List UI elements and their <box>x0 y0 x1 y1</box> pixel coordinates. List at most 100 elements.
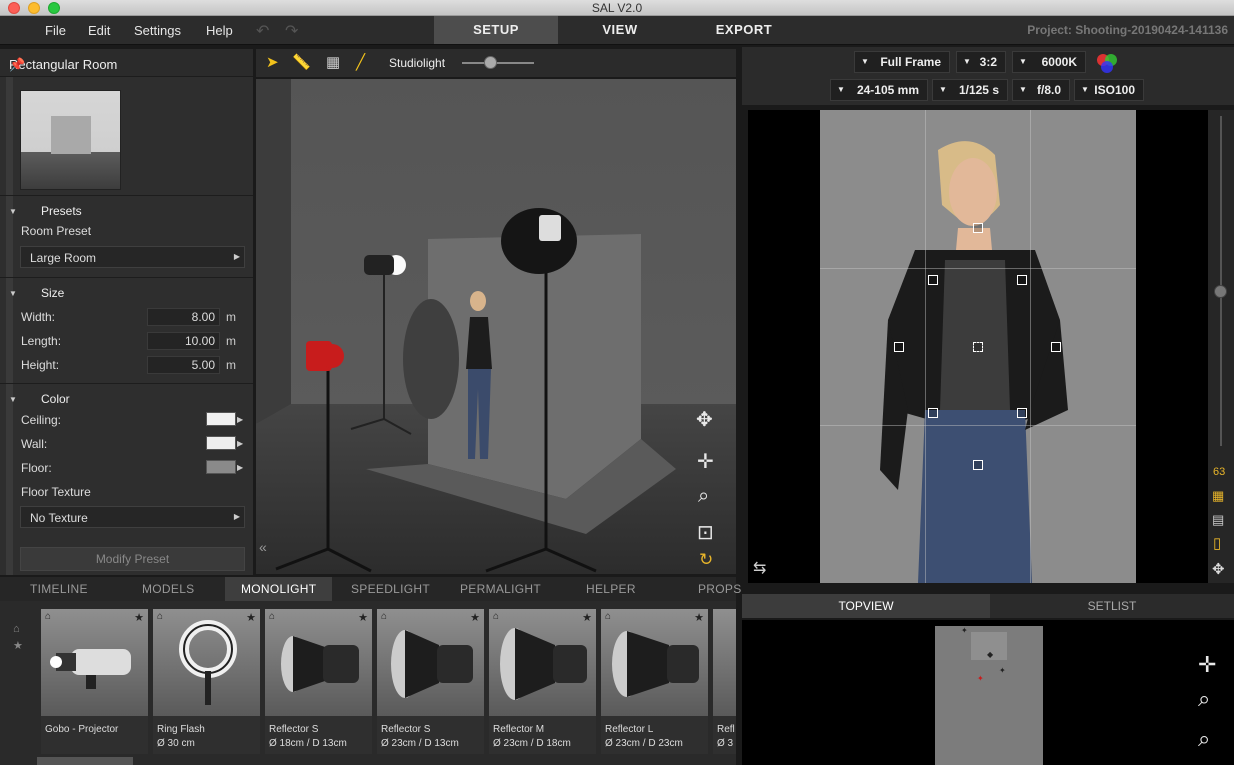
size-heading[interactable]: Size <box>41 286 64 300</box>
focus-point[interactable] <box>1017 408 1027 418</box>
tab-helper[interactable]: HELPER <box>586 582 636 596</box>
camera-preview[interactable]: ⇆ <box>748 110 1208 583</box>
navigate-icon[interactable]: ✥ <box>1212 560 1225 578</box>
lens-select[interactable]: ▼ 24-105 mm <box>830 79 928 101</box>
iso-select[interactable]: ▼ ISO100 <box>1074 79 1144 101</box>
tab-models[interactable]: MODELS <box>142 582 194 596</box>
tab-monolight[interactable]: MONOLIGHT <box>225 577 333 601</box>
focus-point[interactable] <box>973 460 983 470</box>
histogram-icon[interactable]: ▤ <box>1212 512 1224 528</box>
studiolight-slider[interactable] <box>462 62 534 64</box>
orbit-icon[interactable]: ✥ <box>696 407 713 432</box>
star-icon[interactable]: ★ <box>470 611 480 624</box>
redo-icon[interactable]: ↷ <box>285 21 298 41</box>
light-card[interactable]: ⌂ ★ Reflector S Ø 18cm / D 13cm <box>265 609 372 754</box>
sensor-format-select[interactable]: ▼ Full Frame <box>854 51 950 73</box>
menu-file[interactable]: File <box>45 23 66 38</box>
height-field[interactable]: 5.00 <box>147 356 220 374</box>
tab-topview[interactable]: TOPVIEW <box>742 594 990 618</box>
zoom-out-icon[interactable]: ⌕ <box>1198 726 1210 752</box>
modify-preset-button[interactable]: Modify Preset <box>20 547 245 571</box>
tab-permalight[interactable]: PERMALIGHT <box>460 582 541 596</box>
tab-setlist[interactable]: SETLIST <box>990 594 1234 618</box>
color-temperature-select[interactable]: ▼ 6000K <box>1012 51 1086 73</box>
light-card[interactable]: ⌂ ★ Ring Flash Ø 30 cm <box>153 609 260 754</box>
width-field[interactable]: 8.00 <box>147 308 220 326</box>
menu-edit[interactable]: Edit <box>88 23 110 38</box>
chevron-right-icon[interactable]: ▶ <box>237 439 243 448</box>
focus-point-active[interactable] <box>973 342 983 352</box>
collapse-caret-icon[interactable]: ▼ <box>9 207 17 216</box>
star-icon[interactable]: ★ <box>246 611 256 624</box>
light-card[interactable]: Refl Ø 3 <box>713 609 736 754</box>
pan-icon[interactable]: ✛ <box>1198 652 1216 678</box>
select-pointer-icon[interactable]: ➤ <box>266 53 279 71</box>
light-card[interactable]: ⌂ ★ Reflector S Ø 23cm / D 13cm <box>377 609 484 754</box>
color-heading[interactable]: Color <box>41 392 70 406</box>
line-tool-icon[interactable]: ╱ <box>356 53 365 71</box>
focus-point[interactable] <box>1051 342 1061 352</box>
collapse-panel-icon[interactable]: « <box>259 539 267 555</box>
rgb-color-icon[interactable] <box>1094 51 1120 75</box>
undo-icon[interactable]: ↶ <box>256 21 269 41</box>
star-icon[interactable]: ★ <box>694 611 704 624</box>
orientation-icon[interactable]: ▯ <box>1213 534 1221 552</box>
home-filter-icon[interactable]: ⌂ <box>13 623 20 635</box>
aspect-ratio-select[interactable]: ▼ 3:2 <box>956 51 1006 73</box>
light-card[interactable]: ⌂ ★ Reflector L Ø 23cm / D 23cm <box>601 609 708 754</box>
home-icon[interactable]: ⌂ <box>605 611 611 622</box>
focus-point[interactable] <box>1017 275 1027 285</box>
zoom-slider[interactable] <box>1220 116 1222 446</box>
home-icon[interactable]: ⌂ <box>269 611 275 622</box>
collapse-caret-icon[interactable]: ▼ <box>9 395 17 404</box>
chevron-right-icon[interactable]: ▶ <box>237 463 243 472</box>
ceiling-color-swatch[interactable] <box>206 412 236 426</box>
shutter-select[interactable]: ▼ 1/125 s <box>932 79 1008 101</box>
pin-icon[interactable]: 📌 <box>9 57 241 73</box>
library-scrollbar[interactable] <box>37 757 133 765</box>
room-preset-select[interactable]: Large Room ▶ <box>20 246 245 268</box>
home-icon[interactable]: ⌂ <box>45 611 51 622</box>
presets-heading[interactable]: Presets <box>41 204 82 218</box>
tab-props[interactable]: PROPS <box>698 582 742 596</box>
home-icon[interactable]: ⌂ <box>157 611 163 622</box>
pan-icon[interactable]: ✛ <box>697 449 714 474</box>
home-icon[interactable]: ⌂ <box>493 611 499 622</box>
light-card[interactable]: ⌂ ★ Gobo - Projector <box>41 609 148 754</box>
tab-speedlight[interactable]: SPEEDLIGHT <box>351 582 430 596</box>
zoom-in-icon[interactable]: ⌕ <box>1198 686 1210 712</box>
focus-point[interactable] <box>928 275 938 285</box>
collapse-caret-icon[interactable]: ▼ <box>9 289 17 298</box>
menu-help[interactable]: Help <box>206 23 233 38</box>
length-field[interactable]: 10.00 <box>147 332 220 350</box>
light-card[interactable]: ⌂ ★ Reflector M Ø 23cm / D 18cm <box>489 609 596 754</box>
floor-texture-select[interactable]: No Texture ▶ <box>20 506 245 528</box>
wall-color-swatch[interactable] <box>206 436 236 450</box>
tab-setup[interactable]: SETUP <box>434 16 558 44</box>
overlay-grid-icon[interactable]: ▦ <box>1212 488 1224 504</box>
grid-icon[interactable]: ▦ <box>326 53 340 71</box>
favorites-filter-icon[interactable]: ★ <box>13 639 23 652</box>
star-icon[interactable]: ★ <box>358 611 368 624</box>
zoom-slider-knob[interactable] <box>1214 285 1227 298</box>
reset-view-icon[interactable]: ↻ <box>699 550 713 570</box>
studiolight-slider-knob[interactable] <box>484 56 497 69</box>
focus-point[interactable] <box>928 408 938 418</box>
star-icon[interactable]: ★ <box>134 611 144 624</box>
tab-export[interactable]: EXPORT <box>682 16 806 44</box>
menu-settings[interactable]: Settings <box>134 23 181 38</box>
focus-frame-icon[interactable]: ⊡ <box>697 520 714 545</box>
zoom-icon[interactable]: ⌕ <box>698 485 709 508</box>
measure-ruler-icon[interactable]: 📏 <box>292 53 311 71</box>
star-icon[interactable]: ★ <box>582 611 592 624</box>
home-icon[interactable]: ⌂ <box>381 611 387 622</box>
focus-point[interactable] <box>894 342 904 352</box>
chevron-right-icon[interactable]: ▶ <box>237 415 243 424</box>
floor-color-swatch[interactable] <box>206 460 236 474</box>
swap-camera-icon[interactable]: ⇆ <box>753 558 766 578</box>
aperture-select[interactable]: ▼ f/8.0 <box>1012 79 1070 101</box>
topview-map[interactable]: ✦ ◆ ✦ ✦ ✛ ⌕ ⌕ <box>742 620 1234 765</box>
focus-point[interactable] <box>973 223 983 233</box>
tab-view[interactable]: VIEW <box>558 16 682 44</box>
studio-3d-viewport[interactable]: ✥ ✛ ⌕ ⊡ ↻ « <box>256 79 736 574</box>
